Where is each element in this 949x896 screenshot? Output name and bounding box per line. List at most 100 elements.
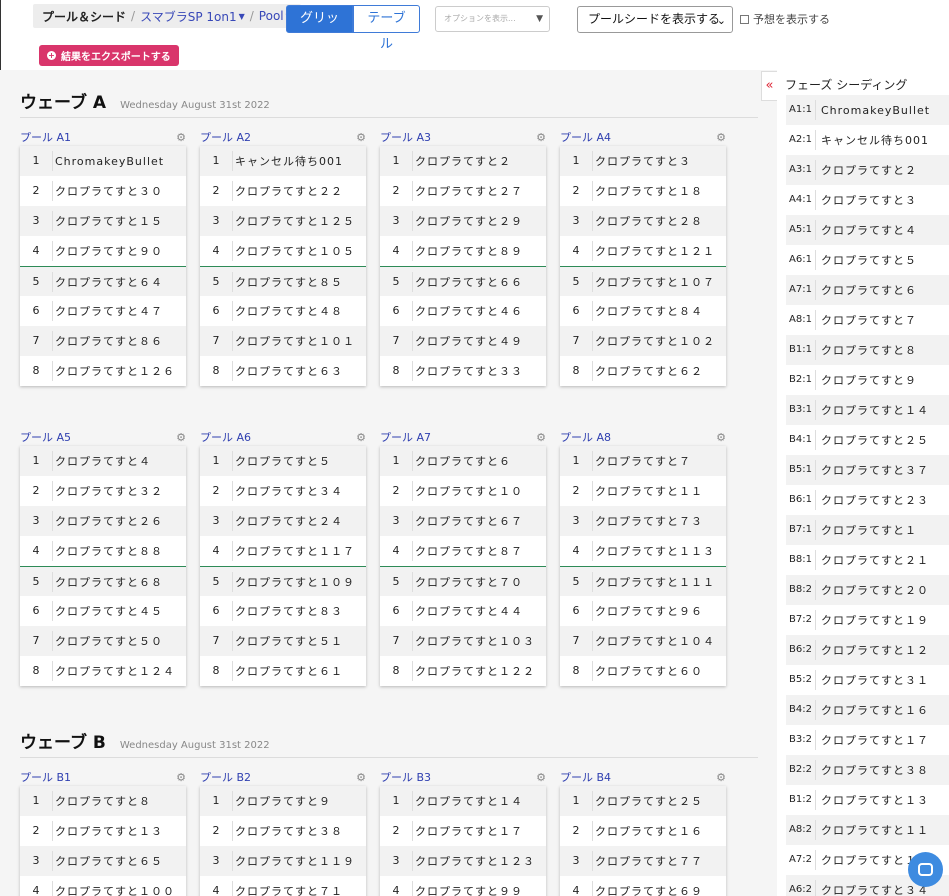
entrant-row[interactable]: 2 クロプラてすと１１: [560, 476, 726, 506]
entrant-row[interactable]: 6 クロプラてすと４８: [200, 296, 366, 326]
entrant-row[interactable]: 6 クロプラてすと４７: [20, 296, 186, 326]
seeding-item[interactable]: A8:2 クロプラてすと１１: [786, 815, 949, 845]
entrant-row[interactable]: 7 クロプラてすと１０４: [560, 626, 726, 656]
entrant-row[interactable]: 5 クロプラてすと６８: [20, 566, 186, 596]
entrant-row[interactable]: 3 クロプラてすと２９: [380, 206, 546, 236]
entrant-row[interactable]: 2 クロプラてすと３４: [200, 476, 366, 506]
seeding-item[interactable]: A3:1 クロプラてすと２: [786, 155, 949, 185]
seeding-item[interactable]: B7:2 クロプラてすと１９: [786, 605, 949, 635]
double-chevron-left-icon[interactable]: «: [761, 71, 777, 101]
pool-link[interactable]: プール A1: [20, 129, 71, 145]
seeding-item[interactable]: B5:2 クロプラてすと３１: [786, 665, 949, 695]
seeding-item[interactable]: B8:1 クロプラてすと２１: [786, 545, 949, 575]
entrant-row[interactable]: 7 クロプラてすと１０１: [200, 326, 366, 356]
pool-link[interactable]: プール B4: [560, 769, 611, 785]
entrant-row[interactable]: 8 クロプラてすと６０: [560, 656, 726, 686]
gear-icon[interactable]: ⚙: [536, 431, 546, 444]
pool-link[interactable]: プール B3: [380, 769, 431, 785]
entrant-row[interactable]: 7 クロプラてすと４９: [380, 326, 546, 356]
entrant-row[interactable]: 3 クロプラてすと１２３: [380, 846, 546, 876]
entrant-row[interactable]: 1 クロプラてすと１４: [380, 786, 546, 816]
seeding-item[interactable]: B2:2 クロプラてすと３８: [786, 755, 949, 785]
entrant-row[interactable]: 3 クロプラてすと２６: [20, 506, 186, 536]
entrant-row[interactable]: 4 クロプラてすと１０５: [200, 236, 366, 266]
seeding-item[interactable]: B6:2 クロプラてすと１２: [786, 635, 949, 665]
seeding-item[interactable]: B2:1 クロプラてすと９: [786, 365, 949, 395]
entrant-row[interactable]: 8 クロプラてすと６３: [200, 356, 366, 386]
entrant-row[interactable]: 3 クロプラてすと２８: [560, 206, 726, 236]
predict-checkbox[interactable]: [740, 14, 749, 24]
entrant-row[interactable]: 1 クロプラてすと２５: [560, 786, 726, 816]
gear-icon[interactable]: ⚙: [536, 131, 546, 144]
entrant-row[interactable]: 6 クロプラてすと８４: [560, 296, 726, 326]
entrant-row[interactable]: 2 クロプラてすと１０: [380, 476, 546, 506]
entrant-row[interactable]: 6 クロプラてすと４６: [380, 296, 546, 326]
entrant-row[interactable]: 2 クロプラてすと１７: [380, 816, 546, 846]
seeding-item[interactable]: B7:1 クロプラてすと１: [786, 515, 949, 545]
entrant-row[interactable]: 5 クロプラてすと１１１: [560, 566, 726, 596]
pool-link[interactable]: プール A6: [200, 429, 251, 445]
entrant-row[interactable]: 7 クロプラてすと５１: [200, 626, 366, 656]
entrant-row[interactable]: 4 クロプラてすと６９: [560, 876, 726, 896]
entrant-row[interactable]: 1 クロプラてすと５: [200, 446, 366, 476]
entrant-row[interactable]: 8 クロプラてすと１２６: [20, 356, 186, 386]
seeding-item[interactable]: A2:1 キャンセル待ち001: [786, 125, 949, 155]
entrant-row[interactable]: 2 クロプラてすと１３: [20, 816, 186, 846]
entrant-row[interactable]: 4 クロプラてすと１２１: [560, 236, 726, 266]
gear-icon[interactable]: ⚙: [356, 131, 366, 144]
entrant-row[interactable]: 1 クロプラてすと３: [560, 146, 726, 176]
pool-link[interactable]: プール B1: [20, 769, 71, 785]
entrant-row[interactable]: 3 クロプラてすと１５: [20, 206, 186, 236]
entrant-row[interactable]: 2 クロプラてすと１６: [560, 816, 726, 846]
entrant-row[interactable]: 3 クロプラてすと７７: [560, 846, 726, 876]
export-results-button[interactable]: + 結果をエクスポートする: [39, 45, 179, 66]
breadcrumb-phase[interactable]: Pool: [259, 9, 284, 23]
gear-icon[interactable]: ⚙: [176, 131, 186, 144]
pool-link[interactable]: プール A4: [560, 129, 611, 145]
entrant-row[interactable]: 8 クロプラてすと６２: [560, 356, 726, 386]
entrant-row[interactable]: 5 クロプラてすと６６: [380, 266, 546, 296]
entrant-row[interactable]: 1 クロプラてすと７: [560, 446, 726, 476]
entrant-row[interactable]: 5 クロプラてすと７０: [380, 566, 546, 596]
caret-down-icon[interactable]: ▼: [239, 12, 245, 21]
breadcrumb-home[interactable]: プール＆シード: [42, 8, 126, 25]
entrant-row[interactable]: 1 ChromakeyBullet: [20, 146, 186, 176]
seeding-item[interactable]: B4:2 クロプラてすと１６: [786, 695, 949, 725]
entrant-row[interactable]: 8 クロプラてすと３３: [380, 356, 546, 386]
entrant-row[interactable]: 2 クロプラてすと２７: [380, 176, 546, 206]
entrant-row[interactable]: 7 クロプラてすと８６: [20, 326, 186, 356]
pool-link[interactable]: プール A2: [200, 129, 251, 145]
seeding-item[interactable]: A8:1 クロプラてすと７: [786, 305, 949, 335]
entrant-row[interactable]: 6 クロプラてすと９６: [560, 596, 726, 626]
entrant-row[interactable]: 2 クロプラてすと３２: [20, 476, 186, 506]
entrant-row[interactable]: 5 クロプラてすと８５: [200, 266, 366, 296]
entrant-row[interactable]: 7 クロプラてすと１０２: [560, 326, 726, 356]
entrant-row[interactable]: 7 クロプラてすと１０３: [380, 626, 546, 656]
entrant-row[interactable]: 3 クロプラてすと６７: [380, 506, 546, 536]
gear-icon[interactable]: ⚙: [716, 431, 726, 444]
entrant-row[interactable]: 1 クロプラてすと９: [200, 786, 366, 816]
entrant-row[interactable]: 2 クロプラてすと１８: [560, 176, 726, 206]
entrant-row[interactable]: 2 クロプラてすと２２: [200, 176, 366, 206]
gear-icon[interactable]: ⚙: [536, 771, 546, 784]
entrant-row[interactable]: 1 キャンセル待ち001: [200, 146, 366, 176]
entrant-row[interactable]: 5 クロプラてすと１０７: [560, 266, 726, 296]
entrant-row[interactable]: 4 クロプラてすと１１７: [200, 536, 366, 566]
gear-icon[interactable]: ⚙: [356, 771, 366, 784]
table-view-button[interactable]: テーブル: [353, 5, 420, 52]
pool-seed-select[interactable]: プールシードを表示する ⌄: [577, 6, 733, 33]
entrant-row[interactable]: 8 クロプラてすと１２２: [380, 656, 546, 686]
entrant-row[interactable]: 8 クロプラてすと１２４: [20, 656, 186, 686]
entrant-row[interactable]: 1 クロプラてすと８: [20, 786, 186, 816]
entrant-row[interactable]: 2 クロプラてすと３８: [200, 816, 366, 846]
entrant-row[interactable]: 4 クロプラてすと９０: [20, 236, 186, 266]
seeding-item[interactable]: B1:1 クロプラてすと８: [786, 335, 949, 365]
entrant-row[interactable]: 6 クロプラてすと４５: [20, 596, 186, 626]
entrant-row[interactable]: 4 クロプラてすと１００: [20, 876, 186, 896]
entrant-row[interactable]: 4 クロプラてすと９９: [380, 876, 546, 896]
seeding-item[interactable]: A7:1 クロプラてすと６: [786, 275, 949, 305]
seeding-item[interactable]: B4:1 クロプラてすと２５: [786, 425, 949, 455]
pool-link[interactable]: プール A7: [380, 429, 431, 445]
seeding-item[interactable]: A4:1 クロプラてすと３: [786, 185, 949, 215]
seeding-item[interactable]: B3:1 クロプラてすと１４: [786, 395, 949, 425]
